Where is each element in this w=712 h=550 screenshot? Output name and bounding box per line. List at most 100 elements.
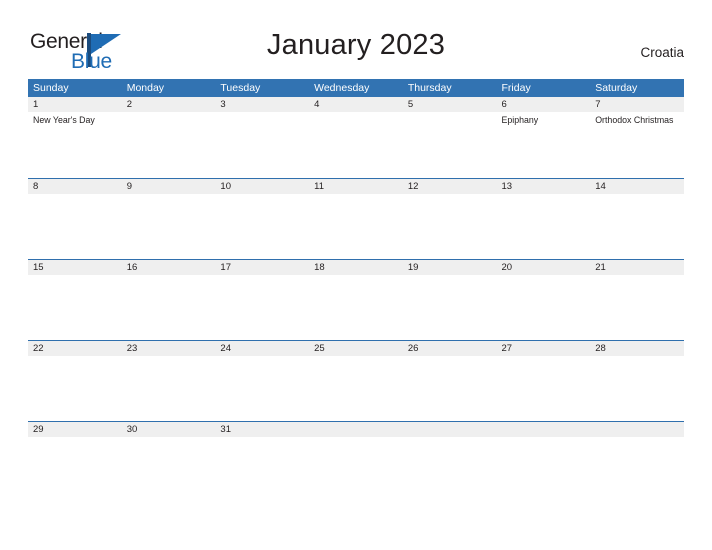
calendar-day-cell [215,437,309,502]
calendar-date-number[interactable]: 18 [309,260,403,275]
calendar-date-number[interactable]: 9 [122,179,216,194]
calendar-date-number[interactable]: 23 [122,341,216,356]
calendar-day-cell [122,112,216,177]
calendar-day-cell [309,194,403,259]
weekday-header-saturday: Saturday [595,82,638,94]
calendar-date-strip: 15 16 17 18 19 20 21 [28,260,684,275]
calendar-day-cell [403,194,497,259]
calendar-date-number[interactable]: 4 [309,97,403,112]
calendar-date-number[interactable]: 20 [497,260,591,275]
calendar-date-number[interactable]: 19 [403,260,497,275]
page-header: General Blue January 2023 Croatia [0,0,712,79]
calendar-date-number[interactable]: 12 [403,179,497,194]
calendar-day-cell: Orthodox Christmas [590,112,684,177]
calendar-date-number[interactable]: 31 [215,422,309,437]
calendar-event-label: Orthodox Christmas [595,115,674,125]
calendar-day-cell [215,356,309,421]
calendar-date-number[interactable]: 7 [590,97,684,112]
weekday-header-wednesday: Wednesday [314,82,370,94]
calendar-day-cell: New Year's Day [28,112,122,177]
calendar-date-number[interactable]: 10 [215,179,309,194]
weekday-header-friday: Friday [501,82,531,94]
calendar-day-cell [403,356,497,421]
calendar-date-number[interactable]: 5 [403,97,497,112]
country-label: Croatia [640,45,684,60]
calendar-date-number[interactable]: 13 [497,179,591,194]
calendar-day-cell [403,275,497,340]
calendar-date-number[interactable]: 26 [403,341,497,356]
calendar-date-empty [590,422,684,437]
calendar-date-number[interactable]: 17 [215,260,309,275]
calendar-event-strip [28,275,684,340]
calendar-day-cell [497,437,591,502]
calendar-date-number[interactable]: 15 [28,260,122,275]
calendar-event-strip [28,437,684,502]
calendar-day-cell [28,275,122,340]
calendar-date-strip: 29 30 31 [28,422,684,437]
calendar-date-number[interactable]: 30 [122,422,216,437]
calendar-date-number[interactable]: 29 [28,422,122,437]
calendar-date-strip: 1234567 [28,97,684,112]
weekday-header-thursday: Thursday [407,82,452,94]
calendar-date-empty [403,422,497,437]
calendar-event-label: New Year's Day [33,115,95,125]
calendar-day-cell [122,356,216,421]
calendar-day-cell [28,194,122,259]
calendar-date-empty [497,422,591,437]
calendar-day-cell [403,437,497,502]
calendar-date-strip: 22 23 24 25 26 27 28 [28,341,684,356]
calendar-date-number[interactable]: 21 [590,260,684,275]
calendar-day-cell [215,112,309,177]
calendar-event-strip [28,194,684,259]
calendar-day-cell [28,437,122,502]
calendar-day-cell [590,194,684,259]
calendar-week-row: 1 2 3 4 5 6 7 New Year's Day Epiphany Orthodox Ch… [28,97,684,178]
weekday-header-monday: Monday [126,82,165,94]
calendar-day-cell [309,275,403,340]
calendar-day-cell [309,437,403,502]
calendar-date-number[interactable]: 16 [122,260,216,275]
calendar-date-number[interactable]: 14 [590,179,684,194]
calendar-date-number[interactable]: 27 [497,341,591,356]
calendar-date-number[interactable]: 24 [215,341,309,356]
calendar-week-row: 15 16 17 18 19 20 21 [28,259,684,340]
calendar-event-strip [28,356,684,421]
calendar-day-cell [309,112,403,177]
calendar-date-number[interactable]: 8 [28,179,122,194]
calendar-day-cell: Epiphany [497,112,591,177]
calendar-day-cell [28,356,122,421]
calendar-day-cell [497,194,591,259]
calendar-date-number[interactable]: 25 [309,341,403,356]
weekday-header-row: Sunday Monday Tuesday Wednesday Thursday… [28,79,684,97]
calendar-date-number[interactable]: 28 [590,341,684,356]
calendar-week-row: 29 30 31 [28,421,684,502]
calendar-date-number[interactable]: 2 [122,97,216,112]
page-title: January 2023 [266,29,446,61]
calendar-day-cell [590,356,684,421]
calendar-day-cell [122,194,216,259]
calendar-day-cell [215,275,309,340]
calendar-date-empty [309,422,403,437]
calendar-event-strip: New Year's Day Epiphany Orthodox Christmas [28,112,684,177]
calendar-week-row: 8 9 10 11 12 13 14 [28,178,684,259]
calendar-date-number[interactable]: 6 [497,97,591,112]
calendar-day-cell [122,275,216,340]
calendar-day-cell [122,437,216,502]
calendar-week-row: 22 23 24 25 26 27 28 [28,340,684,421]
calendar-date-number[interactable]: 3 [215,97,309,112]
calendar-weeks: 1 2 3 4 5 6 7 New Year's Day Epiphany Orthodox Ch… [28,97,684,502]
calendar-day-cell [590,275,684,340]
calendar-date-number[interactable]: 11 [309,179,403,194]
calendar-event-label: Epiphany [501,115,539,125]
calendar-date-strip: 8 9 10 11 12 13 14 [28,179,684,194]
calendar-day-cell [215,194,309,259]
calendar-grid: Sunday Monday Tuesday Wednesday Thursday… [28,79,684,502]
calendar-day-cell [497,356,591,421]
calendar-date-number[interactable]: 22 [28,341,122,356]
calendar-date-number[interactable]: 1 [28,97,122,112]
calendar-day-cell [590,437,684,502]
weekday-header-sunday: Sunday [33,82,69,94]
calendar-day-cell [309,356,403,421]
calendar-day-cell [403,112,497,177]
weekday-header-tuesday: Tuesday [220,82,261,94]
